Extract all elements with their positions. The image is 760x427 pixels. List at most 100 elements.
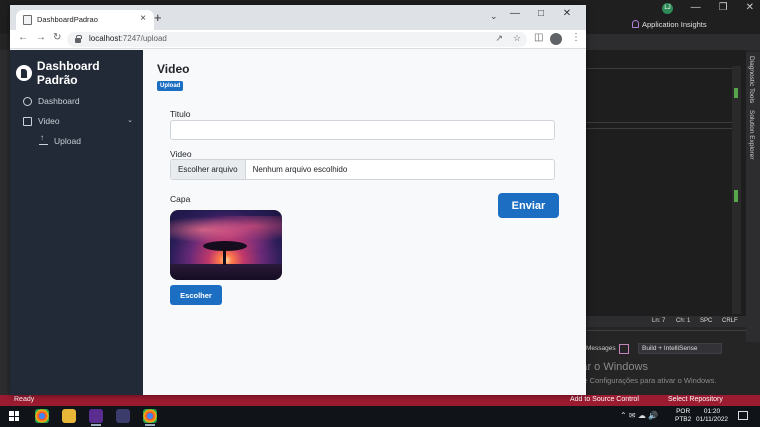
editor-scrollbar[interactable] xyxy=(732,66,741,314)
choose-cover-button[interactable]: Escolher xyxy=(170,285,222,305)
vs-left-toolstrip xyxy=(0,50,10,395)
add-to-source-control-button[interactable]: Add to Source Control xyxy=(570,396,639,403)
address-bar[interactable]: localhost:7247/upload ↗ ☆ xyxy=(67,32,527,47)
sidebar-item-label: Dashboard xyxy=(38,96,80,106)
sidebar: Dashboard Padrão Dashboard Video ⌄ Uploa… xyxy=(10,50,143,395)
file-explorer-icon[interactable] xyxy=(62,409,76,423)
url-path: :7247/upload xyxy=(120,34,167,43)
line-ending-indicator: CRLF xyxy=(722,318,738,324)
sidebar-item-dashboard[interactable]: Dashboard xyxy=(23,96,133,106)
send-button[interactable]: Enviar xyxy=(498,193,559,218)
new-tab-icon[interactable]: + xyxy=(154,11,162,24)
no-file-chosen-text: Nenhum arquivo escolhido xyxy=(252,165,348,174)
change-marker xyxy=(734,190,738,202)
terminal-icon[interactable] xyxy=(116,409,130,423)
editor-line-divider xyxy=(586,68,732,69)
chrome-active-taskbar-icon[interactable] xyxy=(143,409,157,426)
status-ready: Ready xyxy=(14,396,35,403)
address-bar-actions: ↗ ☆ xyxy=(495,33,521,44)
clock-time: 01:20 xyxy=(703,408,721,415)
windows-taskbar: ⌃ ✉ ☁ 🔊 POR PTB2 01:20 01/11/2022 xyxy=(0,406,760,427)
restore-icon[interactable]: ❐ xyxy=(719,2,728,13)
input-language[interactable]: POR PTB2 xyxy=(675,408,691,424)
reload-icon[interactable]: ↻ xyxy=(53,32,61,43)
capa-label: Capa xyxy=(170,194,191,204)
side-panel-icon[interactable]: ◫ xyxy=(534,32,543,43)
back-icon[interactable]: ← xyxy=(18,32,28,43)
vs-window-controls: — ❐ ✕ xyxy=(691,2,754,13)
sidebar-item-label: Upload xyxy=(54,136,81,146)
chrome-menu-icon[interactable]: ⋮ xyxy=(571,32,581,43)
brand[interactable]: Dashboard Padrão xyxy=(16,59,143,87)
filter-icon[interactable] xyxy=(619,344,629,354)
editor-status-bar: Ln: 7 Ch: 1 SPC CRLF xyxy=(586,316,746,327)
sidebar-item-label: Video xyxy=(38,116,60,126)
video-file-input[interactable]: Escolher arquivo Nenhum arquivo escolhid… xyxy=(170,159,555,180)
minimize-icon[interactable]: — xyxy=(502,8,528,19)
brand-logo-icon xyxy=(16,65,32,81)
application-insights-button[interactable]: Application Insights xyxy=(642,20,707,29)
profile-avatar-icon[interactable] xyxy=(550,33,562,45)
keyboard-layout: PTB2 xyxy=(675,416,692,423)
close-icon[interactable]: ✕ xyxy=(746,2,754,13)
browser-toolbar: ← → ↻ localhost:7247/upload ↗ ☆ ◫ ⋮ xyxy=(10,30,586,49)
page-title: Video xyxy=(157,62,190,76)
system-clock[interactable]: 01:20 01/11/2022 xyxy=(696,408,728,424)
tab-close-icon[interactable]: × xyxy=(140,13,146,24)
brand-name: Dashboard Padrão xyxy=(36,59,100,87)
vs-status-bar: Ready Add to Source Control Select Repos… xyxy=(0,395,760,406)
maximize-icon[interactable]: □ xyxy=(528,8,554,19)
column-indicator: Ch: 1 xyxy=(676,318,691,324)
whitespace-indicator: SPC xyxy=(700,318,713,324)
share-icon[interactable]: ↗ xyxy=(495,33,503,44)
messages-filter[interactable]: Messages xyxy=(586,345,616,352)
clock-date: 01/11/2022 xyxy=(696,416,729,423)
visual-studio-icon[interactable] xyxy=(89,409,103,426)
dashboard-icon xyxy=(23,96,32,106)
vs-user-avatar[interactable]: LJ xyxy=(662,3,673,14)
forward-icon[interactable]: → xyxy=(36,32,46,43)
tab-diagnostic-tools[interactable]: Diagnostic Tools xyxy=(748,56,755,103)
notifications-icon[interactable] xyxy=(738,411,748,420)
line-indicator: Ln: 7 xyxy=(652,318,666,324)
vs-code-editor[interactable] xyxy=(586,50,746,316)
chevron-down-icon: ⌄ xyxy=(127,117,133,124)
chrome-window: DashboardPadrao × + ⌄ — □ ✕ ← → ↻ localh… xyxy=(10,5,586,395)
tab-dashboardpadrao[interactable]: DashboardPadrao × xyxy=(16,10,154,30)
titulo-input[interactable] xyxy=(170,120,555,140)
bookmark-star-icon[interactable]: ☆ xyxy=(513,33,521,44)
tab-solution-explorer[interactable]: Solution Explorer xyxy=(748,110,755,160)
choose-file-button[interactable]: Escolher arquivo xyxy=(171,160,246,179)
upload-icon xyxy=(39,133,48,145)
video-folder-icon xyxy=(23,116,32,126)
sidebar-item-video[interactable]: Video ⌄ xyxy=(23,116,133,126)
cover-image xyxy=(170,210,282,280)
video-label: Video xyxy=(170,149,192,159)
change-marker xyxy=(734,88,738,98)
page-favicon-icon xyxy=(23,15,32,25)
tab-strip: DashboardPadrao × + ⌄ — □ ✕ xyxy=(10,5,586,30)
close-icon[interactable]: ✕ xyxy=(554,8,580,19)
application-insights-icon xyxy=(632,20,639,28)
vs-editor-toolbar xyxy=(586,34,760,50)
select-repository-button[interactable]: Select Repository xyxy=(668,396,723,403)
sidebar-item-upload[interactable]: Upload xyxy=(39,133,149,146)
language-code: POR xyxy=(676,408,691,415)
tab-search-icon[interactable]: ⌄ xyxy=(490,11,498,22)
chrome-window-controls: — □ ✕ xyxy=(502,8,580,19)
system-tray-icons[interactable]: ⌃ ✉ ☁ 🔊 xyxy=(620,411,658,420)
chrome-taskbar-icon[interactable] xyxy=(35,409,49,423)
url-text[interactable]: localhost:7247/upload xyxy=(89,34,167,43)
windows-activation-hint: Acesse Configurações para ativar o Windo… xyxy=(563,376,717,385)
start-icon[interactable] xyxy=(9,411,19,421)
minimize-icon[interactable]: — xyxy=(691,2,701,13)
editor-line-divider xyxy=(586,122,732,123)
editor-line-divider xyxy=(586,128,732,129)
url-host: localhost xyxy=(89,34,121,43)
vs-side-tabs: Diagnostic Tools Solution Explorer xyxy=(746,52,760,342)
status-badge: Upload xyxy=(157,81,184,91)
lock-icon[interactable] xyxy=(75,35,82,43)
tab-title: DashboardPadrao xyxy=(37,15,98,24)
titulo-label: Titulo xyxy=(170,109,191,119)
build-filter-dropdown[interactable]: Build + IntelliSense xyxy=(638,343,722,354)
